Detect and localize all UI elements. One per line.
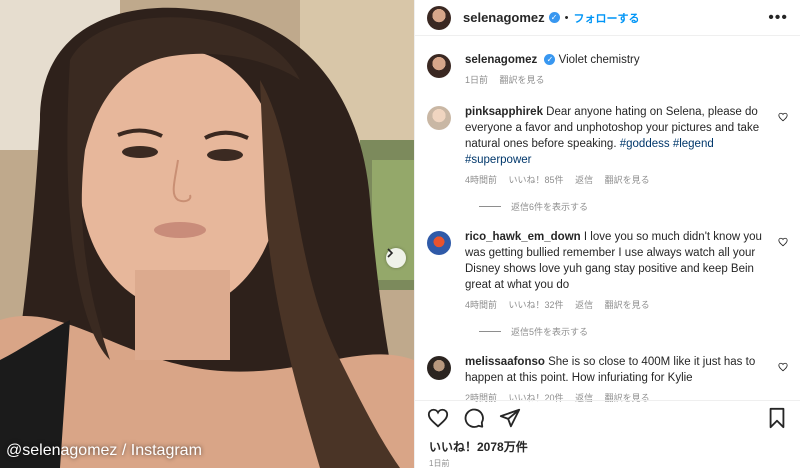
translate-link[interactable]: 翻訳を見る	[500, 75, 545, 85]
comment-body: melissaafonso She is so close to 400M li…	[465, 354, 788, 402]
comment-item: melissaafonso She is so close to 400M li…	[427, 354, 788, 402]
caption-username[interactable]: selenagomez	[465, 54, 537, 66]
total-likes[interactable]: いいね！2078万件	[429, 438, 528, 455]
comments-list: selenagomez ✓ Violet chemistry 1日前 翻訳を見る…	[415, 44, 800, 402]
comment-time[interactable]: 4時間前	[465, 175, 497, 185]
more-options-icon[interactable]: •••	[768, 9, 788, 27]
comment-username[interactable]: melissaafonso	[465, 356, 545, 368]
divider	[479, 331, 501, 332]
caption-body: selenagomez ✓ Violet chemistry 1日前 翻訳を見る	[465, 52, 788, 88]
heart-icon[interactable]	[427, 407, 449, 429]
comment-time[interactable]: 4時間前	[465, 300, 497, 310]
post-side-panel: selenagomez ✓ • フォローする ••• selenagomez ✓…	[414, 0, 800, 468]
caption-time[interactable]: 1日前	[465, 75, 488, 85]
avatar[interactable]	[427, 231, 451, 255]
post-photo: @selenagomez / Instagram	[0, 0, 414, 468]
hashtag[interactable]: #legend	[673, 138, 714, 150]
share-icon[interactable]	[499, 407, 521, 429]
avatar[interactable]	[427, 5, 451, 30]
heart-icon[interactable]	[778, 362, 788, 372]
divider	[479, 206, 501, 207]
hashtag[interactable]: #goddess	[620, 138, 670, 150]
comment-body: pinksapphirek Dear anyone hating on Sele…	[465, 104, 788, 188]
comment-body: rico_hawk_em_down I love you so much did…	[465, 229, 788, 313]
header-username[interactable]: selenagomez	[463, 10, 545, 25]
view-replies-label: 返信5件を表示する	[511, 327, 589, 337]
carousel-next-button[interactable]	[386, 248, 406, 268]
verified-badge-icon: ✓	[544, 54, 556, 66]
caption-meta: 1日前 翻訳を見る	[465, 72, 770, 88]
comment-username[interactable]: rico_hawk_em_down	[465, 231, 581, 243]
avatar[interactable]	[427, 356, 451, 380]
comment-item: rico_hawk_em_down I love you so much did…	[427, 229, 788, 313]
avatar[interactable]	[427, 54, 451, 78]
comment-likes[interactable]: いいね！85件	[509, 175, 564, 185]
caption: selenagomez ✓ Violet chemistry 1日前 翻訳を見る	[427, 52, 788, 88]
post-actions	[415, 400, 800, 434]
translate-link[interactable]: 翻訳を見る	[605, 175, 650, 185]
post-header: selenagomez ✓ • フォローする •••	[415, 0, 800, 36]
heart-icon[interactable]	[778, 237, 788, 247]
separator: •	[564, 11, 569, 24]
comment-icon[interactable]	[463, 407, 485, 429]
comment-item: pinksapphirek Dear anyone hating on Sele…	[427, 104, 788, 188]
verified-badge-icon: ✓	[548, 12, 560, 23]
follow-button[interactable]: フォローする	[574, 10, 640, 26]
bookmark-icon[interactable]	[766, 407, 788, 429]
avatar[interactable]	[427, 106, 451, 130]
reply-button[interactable]: 返信	[575, 175, 593, 185]
image-credit: @selenagomez / Instagram	[6, 442, 202, 459]
selfie-image	[0, 0, 414, 468]
comment-meta: 4時間前 いいね！32件 返信 翻訳を見る	[465, 297, 770, 313]
translate-link[interactable]: 翻訳を見る	[605, 300, 650, 310]
comment-likes[interactable]: いいね！32件	[509, 300, 564, 310]
caption-text: Violet chemistry	[558, 54, 640, 66]
chevron-right-icon	[387, 248, 394, 258]
reply-button[interactable]: 返信	[575, 300, 593, 310]
view-replies-button[interactable]: 返信6件を表示する	[479, 200, 788, 213]
post-date: 1日前	[429, 459, 450, 468]
comment-username[interactable]: pinksapphirek	[465, 106, 543, 118]
hashtag[interactable]: #superpower	[465, 154, 531, 166]
heart-icon[interactable]	[778, 112, 788, 122]
comment-meta: 4時間前 いいね！85件 返信 翻訳を見る	[465, 172, 770, 188]
view-replies-label: 返信6件を表示する	[511, 202, 589, 212]
view-replies-button[interactable]: 返信5件を表示する	[479, 325, 788, 338]
